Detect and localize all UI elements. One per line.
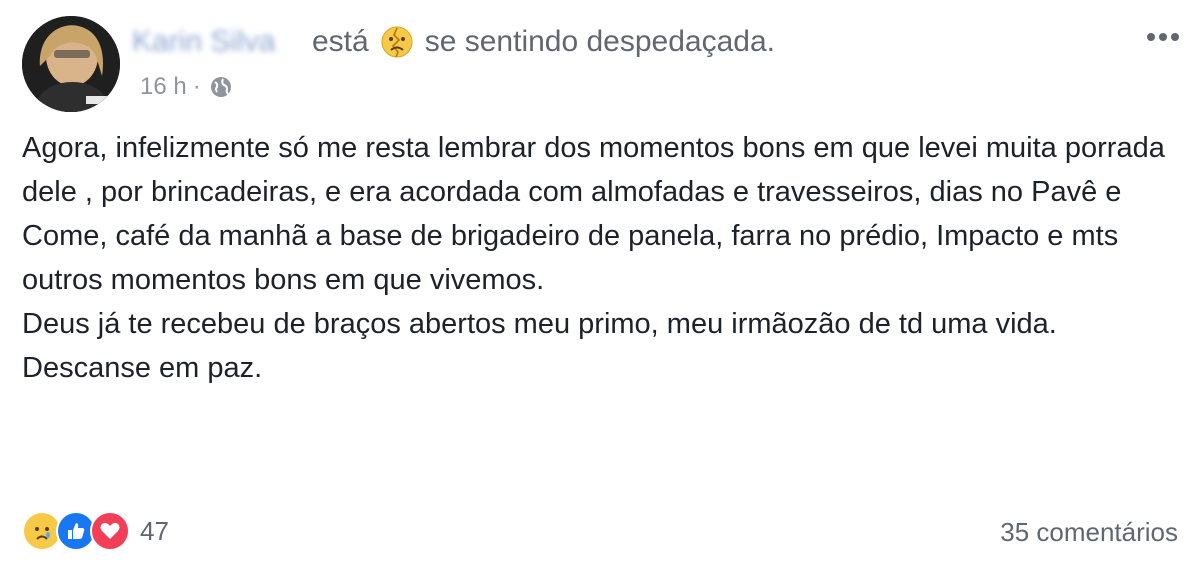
broken-face-emoji-icon (381, 26, 413, 58)
timestamp[interactable]: 16 h (140, 73, 187, 101)
globe-icon[interactable] (209, 75, 233, 99)
more-dot (1171, 33, 1179, 41)
more-options-button[interactable] (1140, 20, 1186, 54)
more-dot (1147, 33, 1155, 41)
author-avatar[interactable] (22, 16, 120, 112)
post-paragraph: Descanse em paz. (22, 352, 263, 384)
post-paragraph: Agora, infelizmente só me resta lembrar … (22, 132, 1165, 296)
meta-separator: · (192, 73, 201, 100)
author-name[interactable]: Karin Silva (132, 22, 308, 62)
post-body: Agora, infelizmente só me resta lembrar … (22, 126, 1182, 390)
post-header: está se sentindo despedaçada. (312, 20, 775, 64)
verb-text: está (312, 25, 369, 58)
comments-count-link[interactable]: 35 comentários (1000, 512, 1178, 552)
post-paragraph: Deus já te recebeu de braços abertos meu… (22, 308, 1057, 340)
reaction-count[interactable]: 47 (140, 516, 169, 547)
reactions-summary[interactable]: 47 (22, 510, 169, 552)
post-meta: 16 h · (140, 70, 233, 104)
more-dot (1159, 33, 1167, 41)
feeling-text[interactable]: se sentindo despedaçada. (425, 25, 775, 59)
love-reaction-icon (90, 511, 130, 551)
